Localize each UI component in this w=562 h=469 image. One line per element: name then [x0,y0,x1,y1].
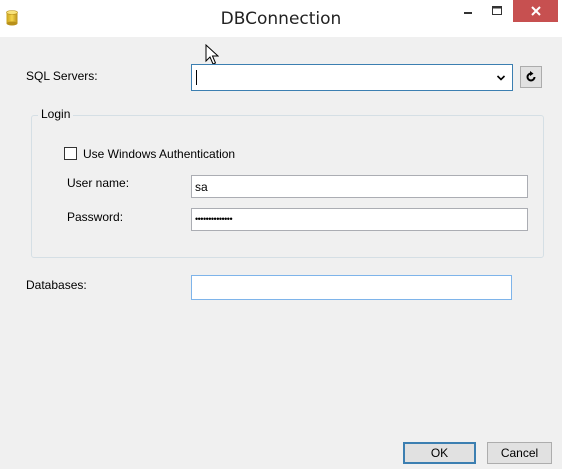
login-group-label: Login [38,107,74,121]
minimize-button[interactable] [455,0,481,22]
ok-button[interactable]: OK [403,442,476,464]
use-windows-auth-label[interactable]: Use Windows Authentication [83,147,235,161]
close-icon [530,6,541,16]
password-field[interactable]: •••••••••••••• [191,208,528,231]
cancel-button[interactable]: Cancel [487,442,552,464]
text-caret [196,70,197,85]
title-bar: DBConnection [0,0,562,37]
sql-servers-label: SQL Servers: [26,69,98,83]
databases-field[interactable] [191,275,512,300]
password-label: Password: [67,210,124,224]
close-button[interactable] [513,0,558,22]
databases-label: Databases: [26,278,87,292]
username-field[interactable]: sa [191,175,528,198]
refresh-servers-button[interactable] [520,66,542,88]
refresh-icon [526,71,536,82]
maximize-button[interactable] [484,0,510,22]
username-label: User name: [67,176,130,190]
sql-servers-combobox[interactable] [191,64,513,91]
maximize-icon [492,6,502,15]
mouse-cursor-icon [205,44,219,65]
use-windows-auth-checkbox[interactable] [64,147,77,160]
dropdown-arrow-button[interactable] [493,67,509,88]
minimize-icon [464,12,472,14]
chevron-down-icon [496,74,506,81]
